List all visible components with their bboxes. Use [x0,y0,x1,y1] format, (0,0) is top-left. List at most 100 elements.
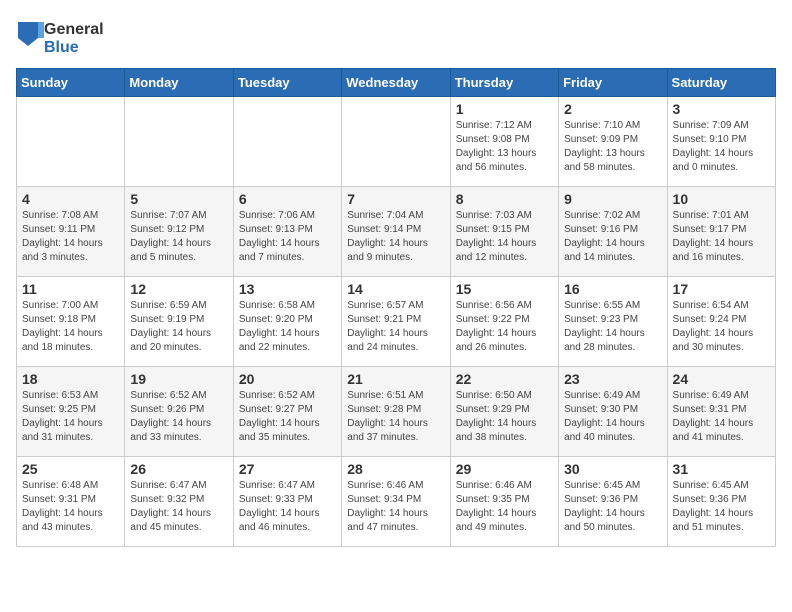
calendar-table: SundayMondayTuesdayWednesdayThursdayFrid… [16,68,776,547]
calendar-cell: 13Sunrise: 6:58 AMSunset: 9:20 PMDayligh… [233,277,341,367]
calendar-cell: 27 Sunrise: 6:47 AMSunset: 9:33 PMDayligh… [233,457,341,547]
calendar-cell: 7 Sunrise: 7:04 AMSunset: 9:14 PMDaylight… [342,187,450,277]
day-number: 15 [456,281,553,297]
cell-content: Sunrise: 6:52 AMSunset: 9:26 PMDaylight:… [130,389,227,445]
cell-content: Sunrise: 6:48 AMSunset: 9:31 PMDaylight:… [22,479,119,535]
day-number: 16 [564,281,661,297]
calendar-cell: 23Sunrise: 6:49 AMSunset: 9:30 PMDayligh… [559,367,667,457]
week-row-4: 18 Sunrise: 6:53 AMSunset: 9:25 PMDayligh… [17,367,776,457]
cell-content: Sunrise: 6:58 AMSunset: 9:20 PMDaylight:… [239,299,336,355]
day-number: 11 [22,281,119,297]
calendar-cell: 6 Sunrise: 7:06 AMSunset: 9:13 PMDaylight… [233,187,341,277]
cell-content: Sunrise: 6:52 AMSunset: 9:27 PMDaylight:… [239,389,336,445]
week-row-2: 4 Sunrise: 7:08 AMSunset: 9:11 PMDaylight… [17,187,776,277]
header: GeneralBlue [16,16,776,60]
calendar-cell: 17 Sunrise: 6:54 AMSunset: 9:24 PMDayligh… [667,277,775,367]
day-number: 9 [564,191,661,207]
calendar-cell: 19Sunrise: 6:52 AMSunset: 9:26 PMDayligh… [125,367,233,457]
day-number: 2 [564,101,661,117]
cell-content: Sunrise: 7:09 AMSunset: 9:10 PMDaylight:… [673,119,770,175]
day-number: 21 [347,371,444,387]
cell-content: Sunrise: 6:47 AMSunset: 9:33 PMDaylight:… [239,479,336,535]
day-number: 12 [130,281,227,297]
cell-content: Sunrise: 6:57 AMSunset: 9:21 PMDaylight:… [347,299,444,355]
calendar-cell: 15 Sunrise: 6:56 AMSunset: 9:22 PMDayligh… [450,277,558,367]
calendar-cell: 1 Sunrise: 7:12 AMSunset: 9:08 PMDaylight… [450,97,558,187]
svg-text:Blue: Blue [44,39,79,56]
calendar-cell: 14 Sunrise: 6:57 AMSunset: 9:21 PMDayligh… [342,277,450,367]
day-number: 24 [673,371,770,387]
cell-content: Sunrise: 7:02 AMSunset: 9:16 PMDaylight:… [564,209,661,265]
cell-content: Sunrise: 7:10 AMSunset: 9:09 PMDaylight:… [564,119,661,175]
day-header-wednesday: Wednesday [342,69,450,97]
calendar-cell: 5Sunrise: 7:07 AMSunset: 9:12 PMDaylight… [125,187,233,277]
cell-content: Sunrise: 6:59 AMSunset: 9:19 PMDaylight:… [130,299,227,355]
day-number: 10 [673,191,770,207]
day-number: 14 [347,281,444,297]
day-number: 8 [456,191,553,207]
day-number: 30 [564,461,661,477]
calendar-cell: 25 Sunrise: 6:48 AMSunset: 9:31 PMDayligh… [17,457,125,547]
days-header-row: SundayMondayTuesdayWednesdayThursdayFrid… [17,69,776,97]
calendar-cell: 4 Sunrise: 7:08 AMSunset: 9:11 PMDaylight… [17,187,125,277]
calendar-cell: 10Sunrise: 7:01 AMSunset: 9:17 PMDayligh… [667,187,775,277]
day-number: 26 [130,461,227,477]
day-number: 28 [347,461,444,477]
week-row-5: 25 Sunrise: 6:48 AMSunset: 9:31 PMDayligh… [17,457,776,547]
calendar-cell: 18 Sunrise: 6:53 AMSunset: 9:25 PMDayligh… [17,367,125,457]
calendar-cell: 20 Sunrise: 6:52 AMSunset: 9:27 PMDayligh… [233,367,341,457]
calendar-cell: 30 Sunrise: 6:45 AMSunset: 9:36 PMDayligh… [559,457,667,547]
day-number: 25 [22,461,119,477]
cell-content: Sunrise: 6:55 AMSunset: 9:23 PMDaylight:… [564,299,661,355]
cell-content: Sunrise: 6:50 AMSunset: 9:29 PMDaylight:… [456,389,553,445]
cell-content: Sunrise: 6:49 AMSunset: 9:31 PMDaylight:… [673,389,770,445]
cell-content: Sunrise: 7:12 AMSunset: 9:08 PMDaylight:… [456,119,553,175]
cell-content: Sunrise: 7:07 AMSunset: 9:12 PMDaylight:… [130,209,227,265]
day-header-saturday: Saturday [667,69,775,97]
day-number: 31 [673,461,770,477]
day-number: 6 [239,191,336,207]
day-number: 20 [239,371,336,387]
day-number: 29 [456,461,553,477]
week-row-3: 11 Sunrise: 7:00 AMSunset: 9:18 PMDayligh… [17,277,776,367]
day-number: 22 [456,371,553,387]
day-number: 4 [22,191,119,207]
cell-content: Sunrise: 6:45 AMSunset: 9:36 PMDaylight:… [673,479,770,535]
cell-content: Sunrise: 6:51 AMSunset: 9:28 PMDaylight:… [347,389,444,445]
cell-content: Sunrise: 6:45 AMSunset: 9:36 PMDaylight:… [564,479,661,535]
calendar-cell [233,97,341,187]
cell-content: Sunrise: 6:53 AMSunset: 9:25 PMDaylight:… [22,389,119,445]
day-header-thursday: Thursday [450,69,558,97]
svg-text:General: General [44,21,104,38]
cell-content: Sunrise: 7:00 AMSunset: 9:18 PMDaylight:… [22,299,119,355]
calendar-cell: 22 Sunrise: 6:50 AMSunset: 9:29 PMDayligh… [450,367,558,457]
calendar-cell: 28Sunrise: 6:46 AMSunset: 9:34 PMDayligh… [342,457,450,547]
cell-content: Sunrise: 6:56 AMSunset: 9:22 PMDaylight:… [456,299,553,355]
cell-content: Sunrise: 6:47 AMSunset: 9:32 PMDaylight:… [130,479,227,535]
day-number: 27 [239,461,336,477]
day-number: 7 [347,191,444,207]
logo-svg: GeneralBlue [16,16,126,60]
cell-content: Sunrise: 6:49 AMSunset: 9:30 PMDaylight:… [564,389,661,445]
calendar-cell: 31 Sunrise: 6:45 AMSunset: 9:36 PMDayligh… [667,457,775,547]
calendar-cell: 16 Sunrise: 6:55 AMSunset: 9:23 PMDayligh… [559,277,667,367]
day-number: 18 [22,371,119,387]
calendar-cell: 2 Sunrise: 7:10 AMSunset: 9:09 PMDaylight… [559,97,667,187]
calendar-cell: 21 Sunrise: 6:51 AMSunset: 9:28 PMDayligh… [342,367,450,457]
cell-content: Sunrise: 6:54 AMSunset: 9:24 PMDaylight:… [673,299,770,355]
cell-content: Sunrise: 7:08 AMSunset: 9:11 PMDaylight:… [22,209,119,265]
week-row-1: 1 Sunrise: 7:12 AMSunset: 9:08 PMDaylight… [17,97,776,187]
logo: GeneralBlue [16,16,126,60]
day-number: 1 [456,101,553,117]
cell-content: Sunrise: 7:04 AMSunset: 9:14 PMDaylight:… [347,209,444,265]
day-number: 17 [673,281,770,297]
cell-content: Sunrise: 6:46 AMSunset: 9:35 PMDaylight:… [456,479,553,535]
day-header-tuesday: Tuesday [233,69,341,97]
cell-content: Sunrise: 7:06 AMSunset: 9:13 PMDaylight:… [239,209,336,265]
calendar-cell: 11 Sunrise: 7:00 AMSunset: 9:18 PMDayligh… [17,277,125,367]
calendar-cell [17,97,125,187]
calendar-cell: 3Sunrise: 7:09 AMSunset: 9:10 PMDaylight… [667,97,775,187]
calendar-cell: 26 Sunrise: 6:47 AMSunset: 9:32 PMDayligh… [125,457,233,547]
day-header-monday: Monday [125,69,233,97]
calendar-cell [125,97,233,187]
